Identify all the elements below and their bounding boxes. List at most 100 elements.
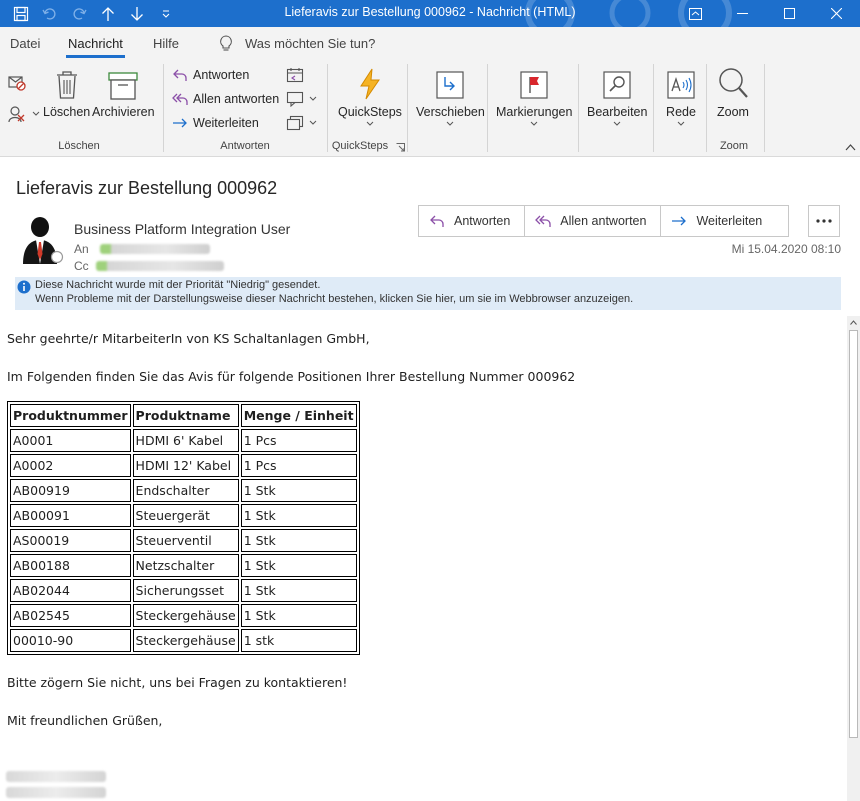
table-row: AS00019 Steuerventil 1 Stk [10, 529, 357, 552]
signature-redacted [6, 771, 106, 782]
im-reply-button[interactable] [286, 89, 317, 109]
ribbon-separator [163, 64, 164, 152]
table-row: 00010-90 Steckergehäuse 1 stk [10, 629, 357, 652]
trash-icon [56, 71, 77, 99]
calendar-icon [286, 68, 304, 83]
reply-button[interactable]: Antworten [172, 65, 249, 85]
chevron-down-icon [309, 120, 317, 125]
message-subject: Lieferavis zur Bestellung 000962 [16, 178, 278, 198]
more-respond-icon [286, 115, 304, 131]
more-actions-button[interactable] [808, 205, 840, 237]
reply-action-label: Antworten [454, 214, 511, 228]
product-number: A0002 [10, 454, 131, 477]
move-button[interactable]: Verschieben [416, 64, 485, 127]
product-name: HDMI 12' Kabel [132, 454, 239, 477]
column-header: Menge / Einheit [240, 404, 357, 427]
quantity-unit: 1 Stk [240, 479, 357, 502]
ignore-button[interactable] [7, 72, 27, 92]
ribbon-separator [487, 64, 488, 152]
table-row: AB02044 Sicherungsset 1 Stk [10, 579, 357, 602]
tab-nachricht[interactable]: Nachricht [66, 36, 125, 58]
product-name: HDMI 6' Kabel [132, 429, 239, 452]
lightbulb-icon [220, 35, 232, 51]
scroll-up-icon[interactable] [850, 320, 857, 325]
flag-icon [520, 71, 548, 99]
info-bar[interactable]: Diese Nachricht wurde mit der Priorität … [15, 277, 841, 310]
sender-avatar[interactable] [20, 214, 66, 264]
delete-button[interactable]: Löschen [43, 64, 90, 119]
reply-all-action-button[interactable]: Allen antworten [525, 206, 662, 236]
chevron-down-icon [447, 121, 454, 126]
ribbon-separator [706, 64, 707, 152]
dialog-launcher-icon[interactable] [396, 143, 405, 152]
product-number: AB00919 [10, 479, 131, 502]
signature-redacted [6, 787, 106, 798]
ribbon-display-options-button[interactable] [672, 0, 719, 27]
move-label: Verschieben [416, 105, 485, 119]
quantity-unit: 1 Pcs [240, 454, 357, 477]
tags-button[interactable]: Markierungen [496, 64, 572, 127]
tab-hilfe[interactable]: Hilfe [153, 36, 179, 51]
delete-label: Löschen [43, 105, 91, 119]
chevron-down-icon [309, 96, 317, 101]
table-row: AB00091 Steuergerät 1 Stk [10, 504, 357, 527]
more-respond-button[interactable] [286, 113, 317, 133]
cc-label: Cc [74, 259, 89, 273]
info-priority-text: Diese Nachricht wurde mit der Priorität … [35, 279, 321, 291]
greeting-text: Sehr geehrte/r MitarbeiterIn von KS Scha… [7, 331, 370, 346]
column-header: Produktname [132, 404, 239, 427]
chevron-down-icon [530, 121, 538, 126]
speech-button[interactable]: Rede [666, 64, 696, 127]
magnifier-icon [719, 68, 748, 98]
lightning-icon [360, 68, 380, 100]
reply-all-label: Allen antworten [193, 92, 280, 106]
message-actions: Antworten Allen antworten Weiterleiten [418, 205, 790, 237]
cleanup-button[interactable] [7, 104, 40, 124]
chevron-down-icon [32, 111, 40, 116]
forward-icon [173, 118, 187, 128]
ribbon-separator [578, 64, 579, 152]
editing-label: Bearbeiten [587, 105, 648, 119]
tell-me-placeholder: Was möchten Sie tun? [245, 36, 376, 51]
chat-icon [286, 91, 304, 107]
product-number: AB00091 [10, 504, 131, 527]
minimize-icon [737, 13, 748, 14]
collapse-ribbon-icon[interactable] [845, 143, 856, 151]
cleanup-icon [8, 106, 25, 123]
quicksteps-button[interactable]: QuickSteps [338, 64, 402, 127]
reply-action-button[interactable]: Antworten [419, 206, 526, 236]
maximize-button[interactable] [766, 0, 813, 27]
chevron-down-icon [613, 121, 621, 126]
group-label-zoom: Zoom [719, 140, 749, 152]
product-number: AS00019 [10, 529, 131, 552]
reply-all-button[interactable]: Allen antworten [172, 89, 279, 109]
quicksteps-label: QuickSteps [338, 105, 402, 119]
body-scrollbar[interactable] [847, 316, 860, 801]
tab-datei[interactable]: Datei [10, 36, 40, 51]
reply-all-icon [535, 215, 551, 227]
scrollbar-thumb[interactable] [849, 330, 858, 738]
move-icon [436, 71, 465, 99]
closing-regards-text: Mit freundlichen Grüßen, [7, 713, 163, 728]
ribbon-separator [327, 64, 328, 152]
forward-action-button[interactable]: Weiterleiten [661, 206, 788, 236]
close-button[interactable] [813, 0, 860, 27]
to-recipient-redacted[interactable] [100, 244, 210, 254]
quantity-unit: 1 Stk [240, 579, 357, 602]
tell-me-search[interactable]: Was möchten Sie tun? [219, 35, 375, 52]
editing-button[interactable]: Bearbeiten [587, 64, 647, 127]
product-name: Endschalter [132, 479, 239, 502]
meeting-button[interactable] [286, 65, 304, 85]
zoom-button[interactable]: Zoom [717, 64, 749, 119]
quantity-unit: 1 stk [240, 629, 357, 652]
minimize-button[interactable] [719, 0, 766, 27]
ribbon-separator [407, 64, 408, 152]
forward-button[interactable]: Weiterleiten [172, 113, 259, 133]
forward-icon [672, 216, 687, 226]
quantity-unit: 1 Stk [240, 529, 357, 552]
sender-name[interactable]: Business Platform Integration User [74, 221, 290, 237]
cc-recipient-redacted[interactable] [96, 261, 224, 271]
info-browser-text[interactable]: Wenn Probleme mit der Darstellungsweise … [35, 293, 633, 305]
info-icon [17, 280, 31, 294]
archive-button[interactable]: Archivieren [92, 64, 155, 119]
